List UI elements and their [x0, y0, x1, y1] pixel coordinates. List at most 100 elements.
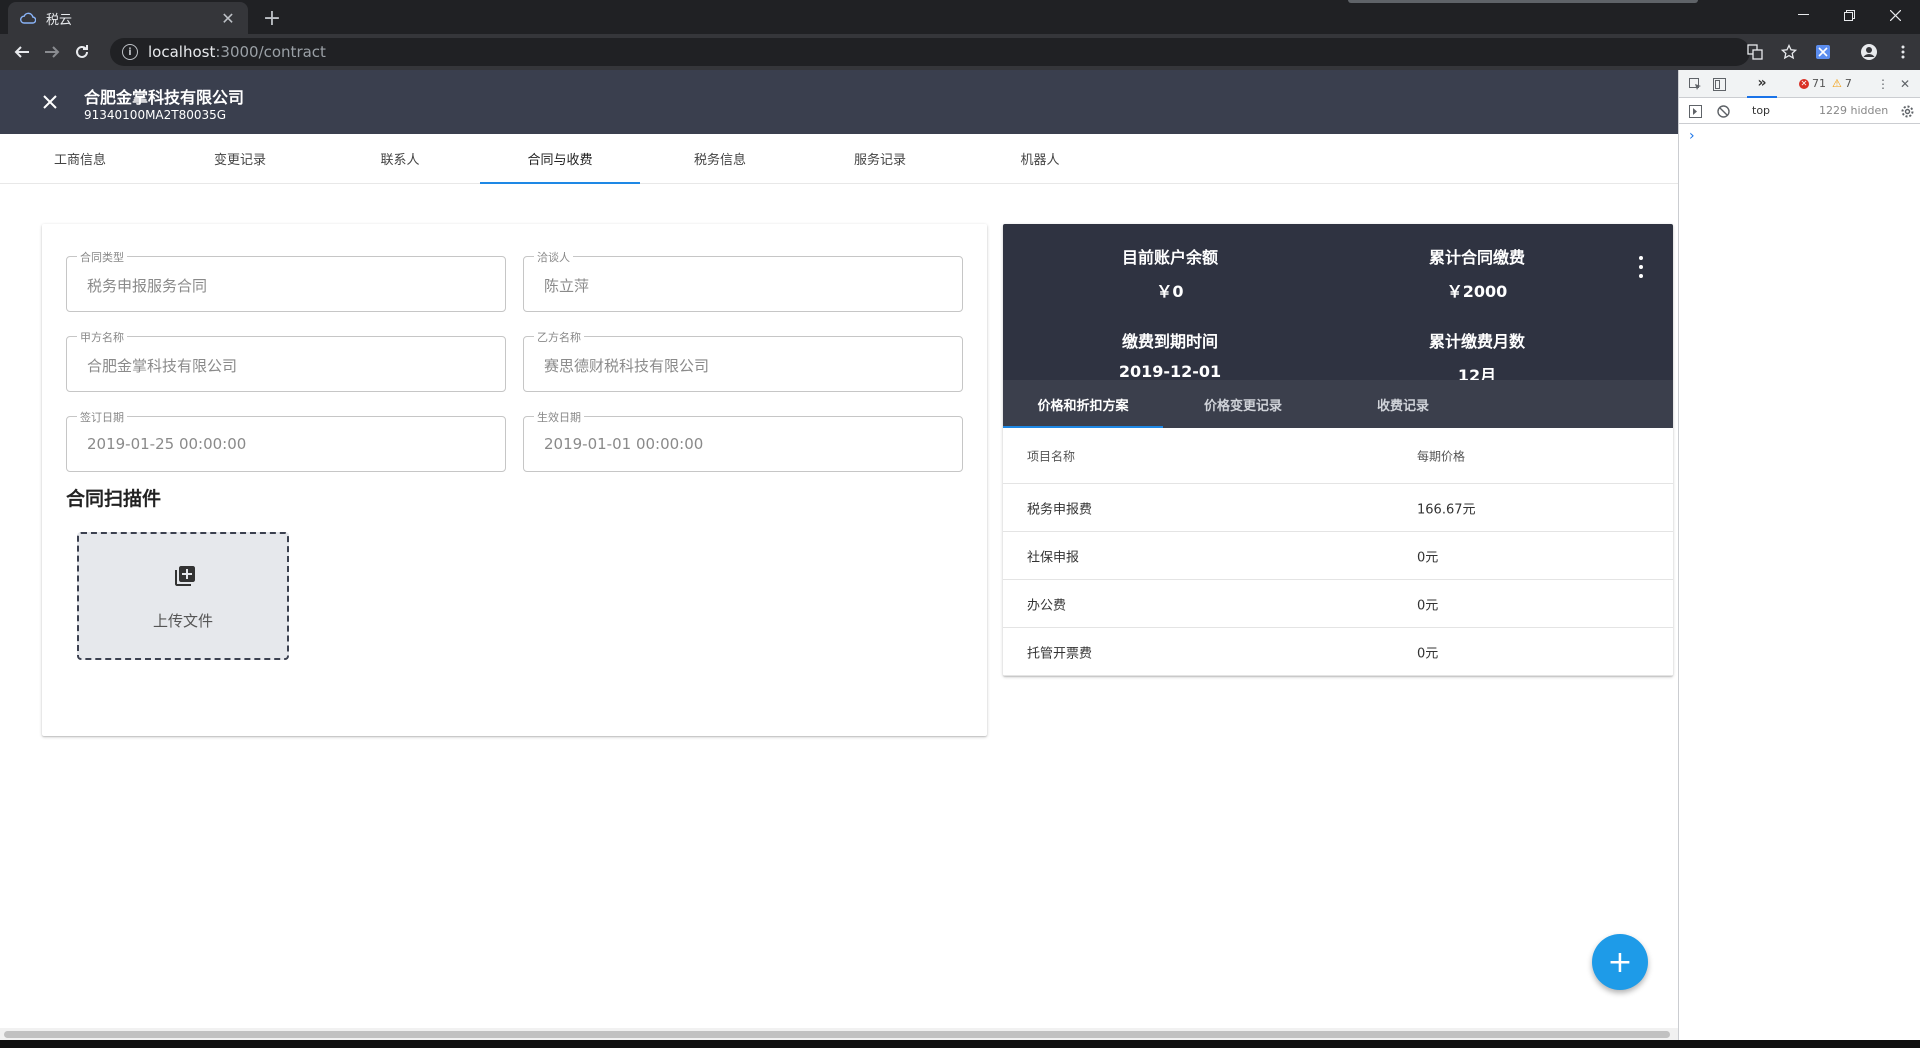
tab-tax-info[interactable]: 税务信息	[640, 134, 800, 183]
tab-price-discount[interactable]: 价格和折扣方案	[1003, 380, 1163, 428]
devtools-panel: » ✕ 71 ⚠ 7 ⋮ ✕ top 1229 hidden ›	[1678, 70, 1920, 1040]
console-settings-gear-icon[interactable]	[1899, 103, 1915, 119]
browser-menu-icon[interactable]	[1886, 38, 1920, 66]
party-a-label: 甲方名称	[77, 329, 127, 345]
table-row: 托管开票费 0元	[1003, 628, 1673, 676]
party-b-label: 乙方名称	[534, 329, 584, 345]
tab-close-icon[interactable]: ✕	[220, 9, 236, 28]
table-row: 办公费 0元	[1003, 580, 1673, 628]
extension-icon[interactable]	[1806, 38, 1840, 66]
profile-avatar-icon[interactable]	[1852, 38, 1886, 66]
due-date-stat: 缴费到期时间 2019-12-01	[1070, 328, 1270, 381]
url-path: :3000/contract	[215, 43, 326, 61]
balance-stat: 目前账户余额 ￥0	[1070, 244, 1270, 302]
tab-contacts[interactable]: 联系人	[320, 134, 480, 183]
main-tabs: 工商信息 变更记录 联系人 合同与收费 税务信息 服务记录 机器人	[0, 134, 1678, 184]
scan-section-title: 合同扫描件	[66, 488, 162, 510]
close-icon[interactable]	[36, 88, 64, 116]
sidebar-toggle-icon[interactable]	[1687, 103, 1703, 119]
clear-console-icon[interactable]	[1715, 103, 1731, 119]
reload-icon[interactable]	[68, 38, 96, 66]
back-arrow-icon[interactable]	[8, 38, 36, 66]
item-price: 0元	[1417, 646, 1439, 661]
account-summary: 目前账户余额 ￥0 累计合同缴费 ￥2000 缴费到期时间 2019-12-01…	[1003, 224, 1673, 385]
upload-file-button[interactable]: 上传文件	[77, 532, 289, 660]
more-vert-icon[interactable]	[1631, 254, 1651, 280]
price-table: 项目名称 每期价格 税务申报费 166.67元 社保申报 0元 办公费 0元 托…	[1003, 428, 1673, 676]
devtools-menu-icon[interactable]: ⋮	[1875, 76, 1891, 92]
negotiator-label: 洽谈人	[534, 249, 573, 265]
column-header-price: 每期价格	[1417, 449, 1466, 463]
party-b-value: 赛思德财税科技有限公司	[544, 357, 710, 375]
contract-type-value: 税务申报服务合同	[87, 277, 208, 295]
negotiator-value: 陈立萍	[544, 277, 590, 295]
devtools-issue-counts[interactable]: ✕ 71 ⚠ 7	[1799, 77, 1852, 90]
tab-service-records[interactable]: 服务记录	[800, 134, 960, 183]
item-name: 社保申报	[1027, 550, 1080, 565]
effective-date-field[interactable]: 生效日期 2019-01-01 00:00:00	[523, 409, 963, 472]
inspect-element-icon[interactable]	[1687, 76, 1703, 92]
window-close-icon[interactable]	[1872, 0, 1918, 30]
upload-file-label: 上传文件	[152, 612, 213, 630]
toolbar-actions	[1738, 34, 1920, 70]
url-host: localhost	[148, 43, 216, 61]
table-row: 税务申报费 166.67元	[1003, 484, 1673, 532]
devtools-tabbar: » ✕ 71 ⚠ 7 ⋮ ✕	[1679, 70, 1920, 98]
console-toolbar: top 1229 hidden	[1679, 98, 1920, 124]
party-a-field[interactable]: 甲方名称 合肥金掌科技有限公司	[66, 329, 506, 392]
error-icon: ✕	[1799, 78, 1809, 89]
tab-fee-records[interactable]: 收费记录	[1323, 380, 1483, 428]
tab-price-changes[interactable]: 价格变更记录	[1163, 380, 1323, 428]
item-price: 166.67元	[1417, 502, 1476, 517]
tab-change-records[interactable]: 变更记录	[160, 134, 320, 183]
devtools-more-tabs[interactable]: »	[1747, 70, 1777, 98]
months-stat: 累计缴费月数 12月	[1377, 328, 1577, 386]
console-prompt[interactable]: ›	[1689, 128, 1695, 144]
tab-contract-fees[interactable]: 合同与收费	[480, 134, 640, 184]
table-row: 社保申报 0元	[1003, 532, 1673, 580]
horizontal-scrollbar[interactable]	[0, 1028, 1678, 1040]
negotiator-field[interactable]: 洽谈人 陈立萍	[523, 249, 963, 312]
tab-business-info[interactable]: 工商信息	[0, 134, 160, 183]
devtools-close-icon[interactable]: ✕	[1897, 76, 1913, 92]
party-b-field[interactable]: 乙方名称 赛思德财税科技有限公司	[523, 329, 963, 392]
add-fab-button[interactable]: +	[1592, 934, 1648, 990]
forward-arrow-icon[interactable]	[38, 38, 66, 66]
error-count: 71	[1812, 77, 1826, 90]
item-name: 税务申报费	[1027, 502, 1093, 517]
restore-icon[interactable]	[1826, 0, 1872, 30]
balance-label: 目前账户余额	[1121, 248, 1218, 267]
tax-code: 91340100MA2T80035G	[84, 108, 227, 122]
browser-tab[interactable]: 税云 ✕	[8, 2, 248, 34]
site-info-icon[interactable]: i	[122, 44, 138, 60]
total-fee-stat: 累计合同缴费 ￥2000	[1377, 244, 1577, 302]
item-price: 0元	[1417, 598, 1439, 613]
tab-robot[interactable]: 机器人	[960, 134, 1120, 183]
device-toolbar-icon[interactable]	[1711, 76, 1727, 92]
sign-date-field[interactable]: 签订日期 2019-01-25 00:00:00	[66, 409, 506, 472]
contract-type-field[interactable]: 合同类型 税务申报服务合同	[66, 249, 506, 312]
console-context-select[interactable]: top	[1752, 104, 1770, 117]
total-fee-value: ￥2000	[1446, 282, 1508, 301]
item-price: 0元	[1417, 550, 1439, 565]
total-fee-label: 累计合同缴费	[1428, 248, 1525, 267]
scrollbar-thumb[interactable]	[4, 1031, 1670, 1038]
item-name: 托管开票费	[1027, 646, 1093, 661]
item-name: 办公费	[1027, 598, 1067, 613]
contract-form-card: 合同类型 税务申报服务合同 洽谈人 陈立萍 甲方名称 合肥金掌科技有限公司 乙方…	[42, 224, 987, 736]
fee-sub-tabs: 价格和折扣方案 价格变更记录 收费记录	[1003, 380, 1673, 428]
months-label: 累计缴费月数	[1428, 332, 1525, 351]
new-tab-button[interactable]: +	[258, 4, 286, 32]
browser-tab-title: 税云	[46, 12, 73, 28]
os-taskbar	[0, 1040, 1920, 1048]
bookmark-star-icon[interactable]	[1772, 38, 1806, 66]
due-date-label: 缴费到期时间	[1121, 332, 1218, 351]
address-bar[interactable]: i localhost :3000/contract	[110, 38, 1750, 66]
tabstrip-edge	[1348, 0, 1698, 3]
fee-summary-card: 目前账户余额 ￥0 累计合同缴费 ￥2000 缴费到期时间 2019-12-01…	[1003, 224, 1673, 676]
browser-toolbar: i localhost :3000/contract	[0, 34, 1920, 70]
balance-value: ￥0	[1156, 282, 1184, 301]
minimize-icon[interactable]	[1780, 0, 1826, 30]
translate-icon[interactable]	[1738, 38, 1772, 66]
sign-date-value: 2019-01-25 00:00:00	[87, 435, 247, 453]
